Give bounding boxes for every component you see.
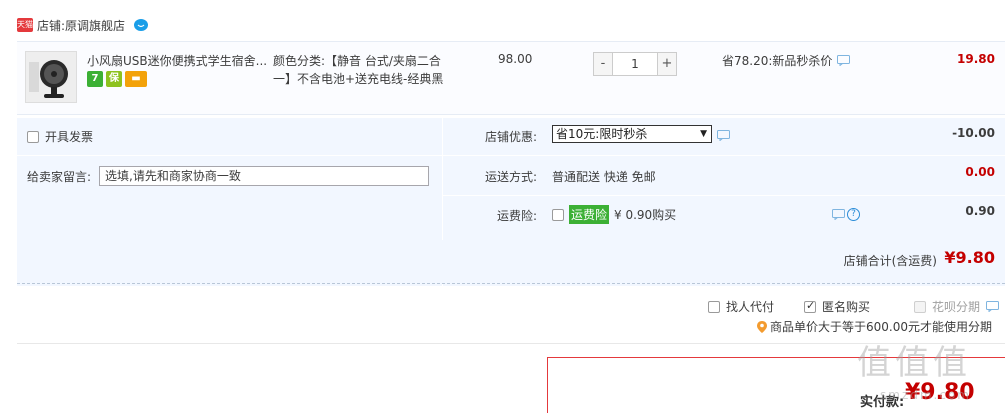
divider [442, 155, 1005, 156]
discount-label: 店铺优惠: [485, 130, 538, 144]
installment-label: 花呗分期 [932, 300, 981, 314]
invoice-checkbox[interactable] [27, 130, 39, 143]
proxy-pay-option: 找人代付 [708, 298, 774, 315]
anonymous-option: 匿名购买 [804, 298, 870, 315]
store-total-row: 店铺合计(含运费) ¥9.80 [17, 240, 1005, 284]
discount-amount: -10.00 [952, 126, 995, 140]
shipping-value: 普通配送 快递 免邮 [552, 170, 656, 184]
invoice-label: 开具发票 [45, 130, 94, 144]
anonymous-label: 匿名购买 [822, 300, 871, 314]
store-total-label: 店铺合计(含运费) [843, 254, 937, 268]
insurance-help: ? [832, 208, 860, 221]
sku-line-1: 颜色分类:【静音 台式/夹扇二合 [273, 54, 441, 68]
seven-day-return-icon[interactable]: 7 [87, 71, 103, 87]
message-input[interactable]: 选填,请先和商家协商一致 [99, 166, 429, 186]
help-question-icon[interactable]: ? [847, 208, 860, 221]
item-subtotal: 19.80 [957, 52, 995, 66]
product-title-link[interactable]: 小风扇USB迷你便携式学生宿舍... [87, 52, 267, 69]
tmall-badge: 天猫 [17, 18, 33, 32]
store-header: 天猫 店铺: 原调旗舰店 [17, 14, 149, 36]
sku-info: 颜色分类:【静音 台式/夹扇二合 一】不含电池+送充电线-经典黑 [273, 52, 458, 88]
saving-info: 省78.20:新品秒杀价 [722, 52, 851, 69]
store-name-link[interactable]: 原调旗舰店 [65, 17, 125, 34]
quantity-stepper: - 1 + [593, 52, 677, 76]
comment-icon[interactable] [832, 209, 845, 220]
comment-icon[interactable] [837, 55, 851, 66]
comment-icon[interactable] [717, 130, 730, 141]
comment-icon[interactable] [986, 301, 1000, 312]
insurance-checkbox[interactable] [552, 208, 564, 221]
qty-minus-button[interactable]: - [593, 52, 613, 76]
insurance-tag: 运费险 [569, 205, 610, 224]
store-label: 店铺: [37, 18, 66, 33]
proxy-pay-checkbox[interactable] [708, 300, 720, 313]
installment-checkbox[interactable] [914, 300, 926, 313]
installment-tip-text: 商品单价大于等于600.00元才能使用分期 [770, 320, 992, 334]
store-total-value: ¥9.80 [944, 248, 995, 267]
card-pay-icon[interactable]: ▬ [125, 71, 147, 87]
shipping-amount: 0.00 [965, 165, 995, 179]
watermark-logo: 值值值 [857, 343, 971, 383]
product-row: 小风扇USB迷你便携式学生宿舍... 7 保 ▬ 颜色分类:【静音 台式/夹扇二… [17, 41, 1005, 115]
product-thumbnail[interactable] [25, 51, 77, 103]
watermark-text: smzdm.com [880, 388, 971, 402]
insurance-amount: 0.90 [965, 204, 995, 218]
discount-selected-value: 省10元:限时秒杀 [556, 127, 648, 141]
location-pin-icon [757, 320, 767, 333]
discount-select[interactable]: 省10元:限时秒杀 ▼ [552, 125, 712, 143]
saving-text: 省78.20:新品秒杀价 [722, 54, 833, 68]
message-label: 给卖家留言: [27, 170, 92, 184]
wangwang-chat-icon[interactable] [133, 18, 149, 32]
qty-plus-button[interactable]: + [657, 52, 677, 76]
invoice-option: 开具发票 [27, 128, 93, 145]
insurance-option: 运费险 ¥ 0.90购买 [552, 205, 676, 224]
divider [17, 155, 442, 156]
insurance-label: 运费险: [497, 209, 538, 223]
guarantee-icon[interactable]: 保 [106, 71, 122, 87]
sku-line-2: 一】不含电池+送充电线-经典黑 [273, 72, 444, 86]
installment-option: 花呗分期 [914, 298, 1000, 315]
installment-tip: 商品单价大于等于600.00元才能使用分期 [757, 318, 992, 335]
proxy-pay-label: 找人代付 [726, 300, 775, 314]
insurance-price: ¥ 0.90购买 [614, 208, 677, 222]
service-icons: 7 保 ▬ [87, 71, 147, 87]
unit-price: 98.00 [498, 52, 533, 66]
chevron-down-icon: ▼ [700, 129, 707, 139]
shipping-label: 运送方式: [485, 170, 538, 184]
qty-input[interactable]: 1 [613, 52, 657, 76]
anonymous-checkbox[interactable] [804, 299, 816, 313]
divider [442, 195, 1005, 196]
